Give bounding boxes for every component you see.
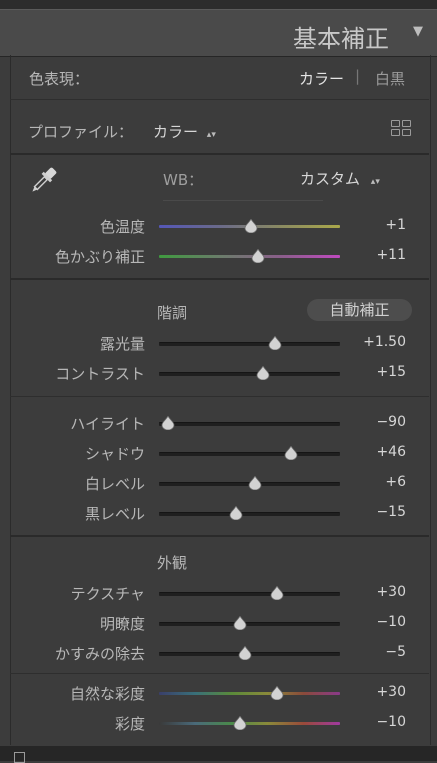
whites-slider-thumb[interactable] <box>248 476 262 490</box>
temp-value[interactable]: +1 <box>346 217 406 233</box>
profile-value: カラー <box>153 123 199 141</box>
top-strip <box>0 0 437 9</box>
tint-value[interactable]: +11 <box>346 247 406 263</box>
texture-slider-thumb[interactable] <box>270 586 284 600</box>
contrast-slider-thumb[interactable] <box>256 366 270 380</box>
clarity-label: 明瞭度 <box>99 615 145 633</box>
exposure-value[interactable]: +1.50 <box>346 334 406 350</box>
treatment-label: 色表現： <box>29 70 90 88</box>
vibrance-slider-thumb[interactable] <box>270 686 284 700</box>
clarity-slider-thumb[interactable] <box>233 616 247 630</box>
updown-arrows-icon: ▴▾ <box>370 177 380 187</box>
blacks-label: 黒レベル <box>84 505 145 523</box>
shadows-label: シャドウ <box>84 445 145 463</box>
tint-slider-track[interactable] <box>159 255 340 258</box>
divider <box>10 673 429 674</box>
highlights-slider-thumb[interactable] <box>161 416 175 430</box>
blacks-slider-thumb[interactable] <box>229 506 243 520</box>
divider <box>10 99 429 100</box>
texture-slider-track[interactable] <box>159 592 340 596</box>
exposure-slider-thumb[interactable] <box>268 336 282 350</box>
basic-panel <box>10 55 431 745</box>
profile-label: プロファイル： <box>28 123 134 141</box>
saturation-label: 彩度 <box>114 715 145 733</box>
dehaze-slider-thumb[interactable] <box>238 646 252 660</box>
bottom-strip <box>0 746 437 761</box>
treatment-color-option[interactable]: カラー <box>299 68 344 89</box>
shadows-slider-thumb[interactable] <box>284 446 298 460</box>
profile-select[interactable]: カラー ▴▾ <box>153 121 216 142</box>
vibrance-value[interactable]: +30 <box>346 684 406 700</box>
treatment-divider: | <box>355 67 361 85</box>
blacks-slider-track[interactable] <box>159 512 340 516</box>
contrast-label: コントラスト <box>55 365 145 383</box>
wb-label: WB： <box>163 171 204 189</box>
dehaze-value[interactable]: −5 <box>346 644 406 660</box>
temp-slider-thumb[interactable] <box>244 219 258 233</box>
wb-underline <box>163 200 323 201</box>
presence-heading: 外観 <box>157 554 188 572</box>
contrast-slider-track[interactable] <box>159 372 340 376</box>
divider <box>10 278 429 280</box>
saturation-slider-thumb[interactable] <box>233 716 247 730</box>
exposure-label: 露光量 <box>99 335 145 353</box>
contrast-value[interactable]: +15 <box>346 364 406 380</box>
updown-arrows-icon: ▴▾ <box>206 130 216 140</box>
shadows-value[interactable]: +46 <box>346 444 406 460</box>
collapse-triangle-icon[interactable]: ▼ <box>413 24 423 39</box>
wb-value: カスタム <box>300 170 361 188</box>
clarity-value[interactable]: −10 <box>346 614 406 630</box>
divider <box>10 535 429 537</box>
divider <box>10 153 429 155</box>
shadows-slider-track[interactable] <box>159 452 340 456</box>
highlights-slider-track[interactable] <box>159 422 340 426</box>
highlights-value[interactable]: −90 <box>346 414 406 430</box>
checkbox-icon[interactable] <box>14 752 25 763</box>
blacks-value[interactable]: −15 <box>346 504 406 520</box>
panel-title: 基本補正 <box>293 25 389 53</box>
highlights-label: ハイライト <box>70 415 145 433</box>
tint-label: 色かぶり補正 <box>54 248 145 266</box>
texture-label: テクスチャ <box>70 585 145 603</box>
panel-header[interactable]: 基本補正 ▼ <box>0 9 437 57</box>
whites-value[interactable]: +6 <box>346 474 406 490</box>
profile-browser-grid-icon[interactable] <box>391 120 411 136</box>
vibrance-slider-track[interactable] <box>159 692 340 695</box>
treatment-bw-option[interactable]: 白黒 <box>375 68 405 89</box>
eyedropper-icon[interactable] <box>26 164 60 198</box>
wb-select[interactable]: カスタム ▴▾ <box>300 168 380 189</box>
vibrance-label: 自然な彩度 <box>69 685 145 703</box>
saturation-value[interactable]: −10 <box>346 714 406 730</box>
exposure-slider-track[interactable] <box>159 342 340 346</box>
temp-label: 色温度 <box>99 218 145 236</box>
clarity-slider-track[interactable] <box>159 622 340 626</box>
auto-tone-button[interactable]: 自動補正 <box>307 299 412 321</box>
saturation-slider-track[interactable] <box>159 722 340 725</box>
dehaze-label: かすみの除去 <box>54 645 145 663</box>
divider <box>10 396 429 397</box>
texture-value[interactable]: +30 <box>346 584 406 600</box>
tint-slider-thumb[interactable] <box>251 249 265 263</box>
tone-heading: 階調 <box>157 304 188 322</box>
whites-label: 白レベル <box>84 475 145 493</box>
